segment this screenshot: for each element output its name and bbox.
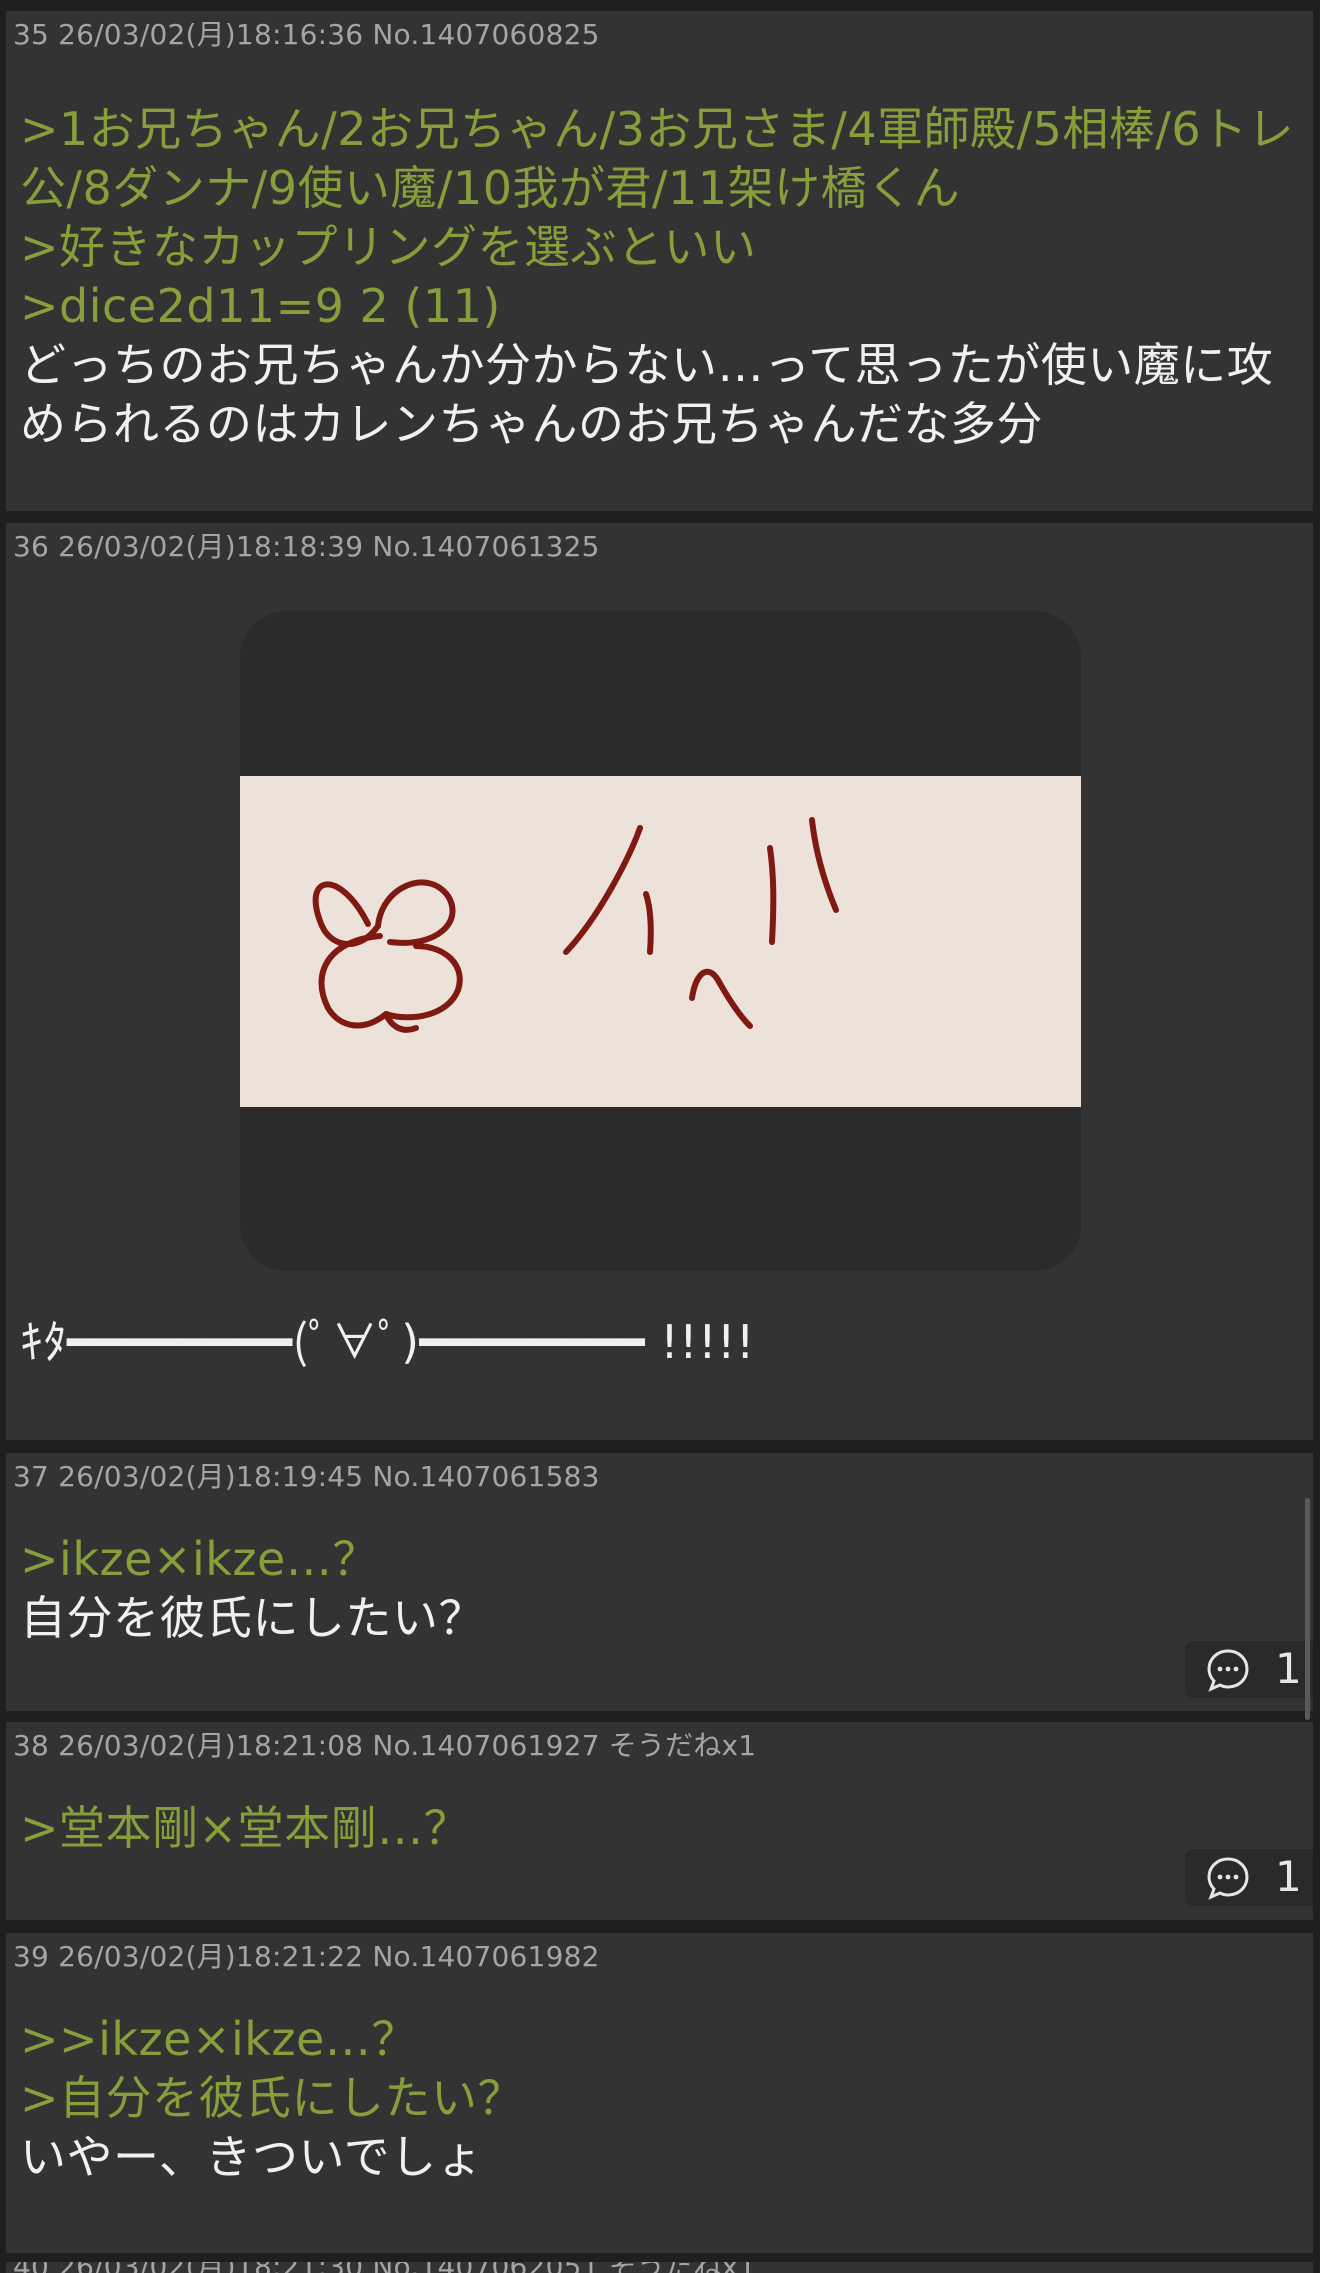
post-body: >1お兄ちゃん/2お兄ちゃん/3お兄さま/4軍師殿/5相棒/6トレ 公/8ダンナ…: [20, 100, 1303, 454]
post-meta: 40 26/03/02(月)18:21:30 No.1407062051 そうだ…: [13, 2262, 756, 2273]
comment-line: 自分を彼氏にしたい？: [20, 1591, 485, 1645]
attached-image[interactable]: [240, 611, 1081, 1271]
quote-line: >1お兄ちゃん/2お兄ちゃん/3お兄さま/4軍師殿/5相棒/6トレ: [20, 102, 1295, 156]
post-35: 35 26/03/02(月)18:16:36 No.1407060825 >1お…: [6, 11, 1313, 511]
post-meta: 35 26/03/02(月)18:16:36 No.1407060825: [13, 18, 600, 51]
post-body: >ikze×ikze…？ 自分を彼氏にしたい？: [20, 1530, 1303, 1648]
post-38: 38 26/03/02(月)18:21:08 No.1407061927 そうだ…: [6, 1722, 1313, 1920]
quote-line: >ikze×ikze…？: [20, 1532, 379, 1586]
quote-line: 公/8ダンナ/9使い魔/10我が君/11架け橋くん: [20, 161, 961, 215]
post-36: 36 26/03/02(月)18:18:39 No.1407061325 ｷﾀ━…: [6, 523, 1313, 1440]
comment-line: どっちのお兄ちゃんか分からない…って思ったが使い魔に攻: [20, 338, 1274, 392]
quote-line: >堂本剛×堂本剛…？: [20, 1801, 471, 1855]
comment-line: ｷﾀ━━━━━━━━(ﾟ∀ﾟ)━━━━━━━━ !!!!!: [20, 1315, 755, 1369]
post-meta: 39 26/03/02(月)18:21:22 No.1407061982: [13, 1940, 600, 1973]
post-meta: 37 26/03/02(月)18:19:45 No.1407061583: [13, 1460, 600, 1493]
quote-line: >dice2d11=9 2 (11): [20, 279, 501, 333]
reply-count: 1: [1275, 1644, 1302, 1693]
reply-count-button[interactable]: 1: [1185, 1849, 1313, 1906]
quote-line: >好きなカップリングを選ぶといい: [20, 220, 757, 274]
quote-line: >自分を彼氏にしたい？: [20, 2071, 525, 2125]
scrollbar[interactable]: [1305, 1498, 1310, 1720]
drawing-strokes: [312, 817, 839, 1033]
reply-count-button[interactable]: 1: [1185, 1641, 1313, 1698]
post-37: 37 26/03/02(月)18:19:45 No.1407061583 >ik…: [6, 1453, 1313, 1711]
quote-line: >>ikze×ikze…？: [20, 2012, 418, 2066]
post-body: ｷﾀ━━━━━━━━(ﾟ∀ﾟ)━━━━━━━━ !!!!!: [20, 1313, 1303, 1372]
post-39: 39 26/03/02(月)18:21:22 No.1407061982 >>i…: [6, 1933, 1313, 2253]
speech-bubble-icon: [1207, 1649, 1249, 1692]
speech-bubble-icon: [1207, 1857, 1249, 1900]
post-body: >堂本剛×堂本剛…？: [20, 1799, 1303, 1858]
comment-line: いやー、きついでしょ: [20, 2130, 484, 2184]
reply-count: 1: [1275, 1852, 1302, 1901]
post-meta: 36 26/03/02(月)18:18:39 No.1407061325: [13, 530, 600, 563]
handwritten-drawing-image: [240, 776, 1081, 1107]
post-body: >>ikze×ikze…？ >自分を彼氏にしたい？ いやー、きついでしょ: [20, 2010, 1303, 2187]
post-meta: 38 26/03/02(月)18:21:08 No.1407061927 そうだ…: [13, 1729, 757, 1762]
comment-line: められるのはカレンちゃんのお兄ちゃんだな多分: [20, 397, 1043, 451]
post-40: 40 26/03/02(月)18:21:30 No.1407062051 そうだ…: [6, 2262, 1313, 2273]
